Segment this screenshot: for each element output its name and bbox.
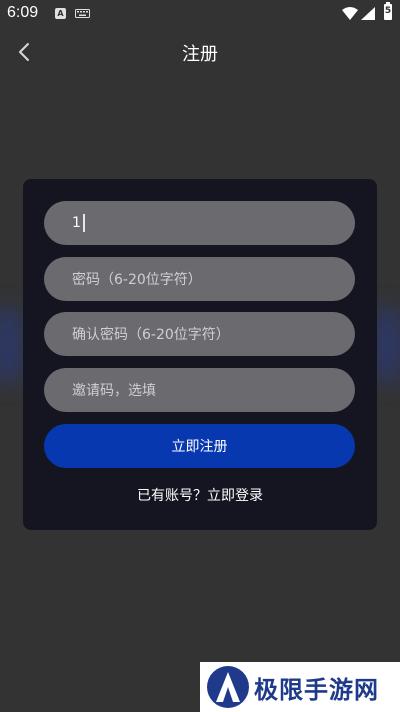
keyboard-icon xyxy=(75,9,90,18)
battery-icon: 5 xyxy=(384,2,392,20)
invite-code-placeholder: 邀请码，选填 xyxy=(72,383,156,399)
notification-a-icon: A xyxy=(55,8,66,19)
battery-level: 5 xyxy=(384,6,392,16)
background-glow-left xyxy=(0,305,25,385)
password-input[interactable]: 密码（6-20位字符） xyxy=(44,257,355,301)
text-caret xyxy=(82,214,85,232)
account-input-value: 1 xyxy=(72,215,81,231)
invite-code-input[interactable]: 邀请码，选填 xyxy=(44,368,355,412)
login-link[interactable]: 已有账号？立即登录 xyxy=(23,485,377,505)
app-bar: 注册 xyxy=(0,28,400,76)
password-placeholder: 密码（6-20位字符） xyxy=(72,272,202,288)
confirm-password-input[interactable]: 确认密码（6-20位字符） xyxy=(44,312,355,356)
page-title: 注册 xyxy=(182,44,218,65)
status-bar: 6:09 A 5 xyxy=(0,0,400,28)
signal-icon xyxy=(361,7,375,20)
watermark: 极限手游网 xyxy=(200,662,400,712)
confirm-password-placeholder: 确认密码（6-20位字符） xyxy=(72,327,230,343)
status-time: 6:09 xyxy=(7,4,39,21)
register-button[interactable]: 立即注册 xyxy=(44,424,355,468)
watermark-text: 极限手游网 xyxy=(254,674,379,704)
account-input[interactable]: 1 xyxy=(44,201,355,245)
wifi-icon xyxy=(342,7,358,20)
register-card: 1 密码（6-20位字符） 确认密码（6-20位字符） 邀请码，选填 立即注册 … xyxy=(23,179,377,530)
watermark-logo-icon xyxy=(207,666,249,708)
